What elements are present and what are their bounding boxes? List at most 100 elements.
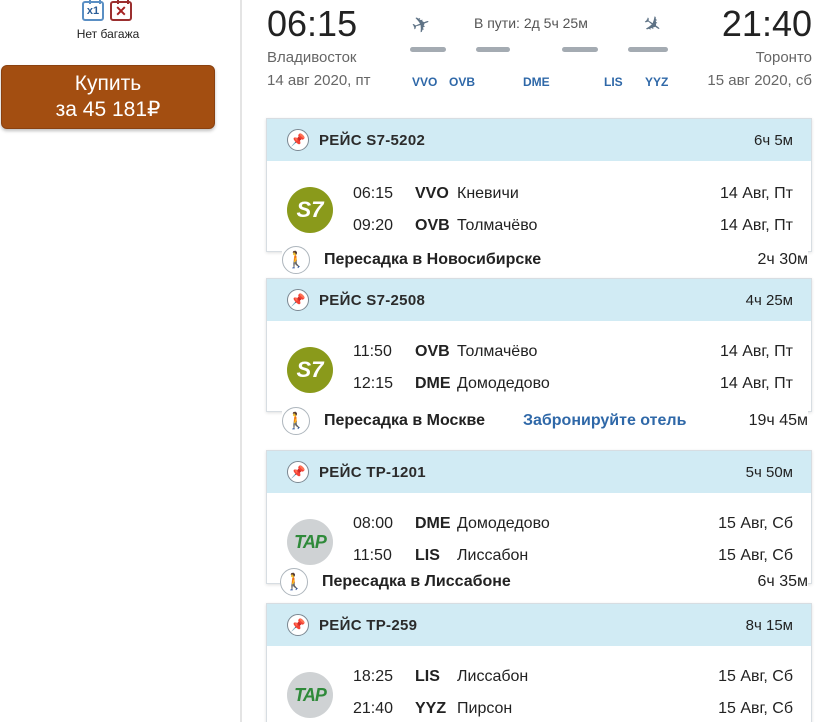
dep-time: 08:00 — [353, 515, 394, 532]
pin-icon[interactable]: 📌 — [287, 461, 309, 483]
left-panel: x1 ✕ Нет багажа Купить за 45 181₽ — [0, 0, 240, 722]
arr-airport-name: Лиссабон — [457, 547, 529, 564]
dep-date: 14 Авг, Пт — [719, 185, 793, 202]
arrival-row: 21:40 YYZ Пирсон 15 Авг, Сб — [353, 700, 793, 718]
walking-person-icon: 🚶 — [280, 568, 308, 596]
arrival-time: 21:40 — [721, 3, 812, 44]
arr-airport-name: Домодедово — [457, 375, 550, 392]
dep-time: 06:15 — [353, 185, 394, 202]
dep-airport-name: Лиссабон — [457, 668, 529, 685]
route-code: LIS — [604, 75, 623, 89]
route-code: OVB — [449, 75, 476, 89]
flight-duration: 6ч 5м — [754, 131, 793, 149]
arr-time: 09:20 — [353, 217, 394, 234]
buy-button[interactable]: Купить за 45 181₽ — [1, 65, 215, 129]
departure-row: 11:50 OVB Толмачёво 14 Авг, Пт — [353, 343, 793, 361]
dep-airport-code: OVB — [415, 343, 450, 360]
panel-divider — [240, 0, 242, 722]
tap-logo-text: TAP — [294, 531, 327, 552]
flight-card: 📌 РЕЙС S7-5202 6ч 5м S7 06:15 VVO Кневич… — [266, 118, 812, 252]
departure-row: 18:25 LIS Лиссабон 15 Авг, Сб — [353, 668, 793, 686]
arr-time: 11:50 — [353, 547, 392, 564]
book-hotel-link[interactable]: Забронируйте отель — [523, 412, 686, 430]
dep-time: 18:25 — [353, 668, 394, 685]
baggage-label: Нет багажа — [76, 27, 140, 41]
dep-date: 14 Авг, Пт — [719, 343, 793, 360]
transfer-label: Пересадка в Лиссабоне — [322, 573, 511, 590]
pin-icon[interactable]: 📌 — [287, 614, 309, 636]
arr-airport-code: YYZ — [415, 700, 447, 717]
arrival-row: 12:15 DME Домодедово 14 Авг, Пт — [353, 375, 793, 393]
dep-date: 15 Авг, Сб — [718, 515, 793, 532]
s7-airline-logo: S7 — [287, 187, 333, 233]
pin-icon[interactable]: 📌 — [287, 289, 309, 311]
arr-airport-name: Толмачёво — [457, 217, 538, 234]
route-segment — [628, 47, 668, 52]
travel-time: В пути: 2д 5ч 25м — [474, 15, 588, 31]
transfer-label: Пересадка в Москве — [324, 412, 485, 429]
route-code: DME — [523, 75, 550, 89]
route-code: VVO — [412, 75, 438, 89]
transfer-duration: 6ч 35м — [757, 573, 808, 590]
dep-airport-code: LIS — [415, 668, 440, 685]
arrival-row: 11:50 LIS Лиссабон 15 Авг, Сб — [353, 547, 793, 565]
transfer-row: 🚶 Пересадка в Лиссабоне 6ч 35м — [280, 565, 808, 599]
flight-number: РЕЙС S7-5202 — [319, 131, 426, 149]
arr-airport-code: LIS — [415, 547, 440, 564]
route-code: YYZ — [645, 75, 669, 89]
flight-card-body: TAP 18:25 LIS Лиссабон 15 Авг, Сб 21:40 … — [267, 646, 811, 722]
buy-button-price: за 45 181₽ — [55, 98, 161, 121]
arrival-date: 15 авг 2020, сб — [707, 72, 812, 89]
no-luggage-mark: ✕ — [115, 2, 127, 19]
departure-date: 14 авг 2020, пт — [267, 72, 371, 89]
walking-person-icon: 🚶 — [282, 246, 310, 274]
route-segment — [562, 47, 598, 52]
flight-number: РЕЙС TP-1201 — [319, 463, 426, 481]
flight-card-body: S7 11:50 OVB Толмачёво 14 Авг, Пт 12:15 … — [267, 321, 811, 411]
dep-airport-code: DME — [415, 515, 451, 532]
transfer-row: 🚶 Пересадка в Москве Забронируйте отель … — [282, 404, 808, 438]
route-segment — [476, 47, 510, 52]
baggage-icons: x1 ✕ — [82, 0, 132, 21]
arr-airport-name: Пирсон — [457, 700, 513, 717]
flight-duration: 5ч 50м — [745, 463, 793, 481]
flight-duration: 8ч 15м — [745, 616, 793, 634]
dep-airport-code: VVO — [415, 185, 449, 202]
arr-date: 14 Авг, Пт — [719, 375, 793, 392]
arrival-city: Торонто — [755, 49, 812, 66]
flight-duration: 4ч 25м — [745, 291, 793, 309]
flight-number: РЕЙС TP-259 — [319, 616, 418, 634]
cabin-bag-count: x1 — [86, 5, 100, 17]
flight-card-header: 📌 РЕЙС TP-1201 5ч 50м — [267, 451, 811, 493]
transfer-duration: 2ч 30м — [757, 251, 808, 268]
flight-card: 📌 РЕЙС S7-2508 4ч 25м S7 11:50 OVB Толма… — [266, 278, 812, 412]
flight-card-header: 📌 РЕЙС TP-259 8ч 15м — [267, 604, 811, 646]
arr-time: 12:15 — [353, 375, 394, 392]
flight-card-body: S7 06:15 VVO Кневичи 14 Авг, Пт 09:20 OV… — [267, 161, 811, 251]
cabin-bag-icon: x1 — [82, 0, 104, 21]
walking-person-icon: 🚶 — [282, 407, 310, 435]
dep-time: 11:50 — [353, 343, 392, 360]
arr-time: 21:40 — [353, 700, 394, 717]
dep-airport-name: Домодедово — [457, 515, 550, 532]
arr-airport-code: DME — [415, 375, 451, 392]
arr-date: 15 Авг, Сб — [718, 547, 793, 564]
dep-airport-name: Кневичи — [457, 185, 519, 202]
transfer-row: 🚶 Пересадка в Новосибирске 2ч 30м — [282, 243, 808, 277]
arrival-row: 09:20 OVB Толмачёво 14 Авг, Пт — [353, 217, 793, 235]
flight-number: РЕЙС S7-2508 — [319, 291, 426, 309]
flight-card-header: 📌 РЕЙС S7-2508 4ч 25м — [267, 279, 811, 321]
arr-date: 15 Авг, Сб — [718, 700, 793, 717]
dep-airport-name: Толмачёво — [457, 343, 538, 360]
landing-icon: ✈ — [637, 9, 668, 41]
flight-card: 📌 РЕЙС TP-1201 5ч 50м TAP 08:00 DME Домо… — [266, 450, 812, 584]
departure-row: 06:15 VVO Кневичи 14 Авг, Пт — [353, 185, 793, 203]
transfer-label: Пересадка в Новосибирске — [324, 251, 542, 268]
pin-icon[interactable]: 📌 — [287, 129, 309, 151]
departure-row: 08:00 DME Домодедово 15 Авг, Сб — [353, 515, 793, 533]
arr-airport-code: OVB — [415, 217, 450, 234]
flight-card-header: 📌 РЕЙС S7-5202 6ч 5м — [267, 119, 811, 161]
departure-city: Владивосток — [267, 49, 357, 66]
s7-airline-logo: S7 — [287, 347, 333, 393]
no-luggage-icon: ✕ — [110, 0, 132, 21]
